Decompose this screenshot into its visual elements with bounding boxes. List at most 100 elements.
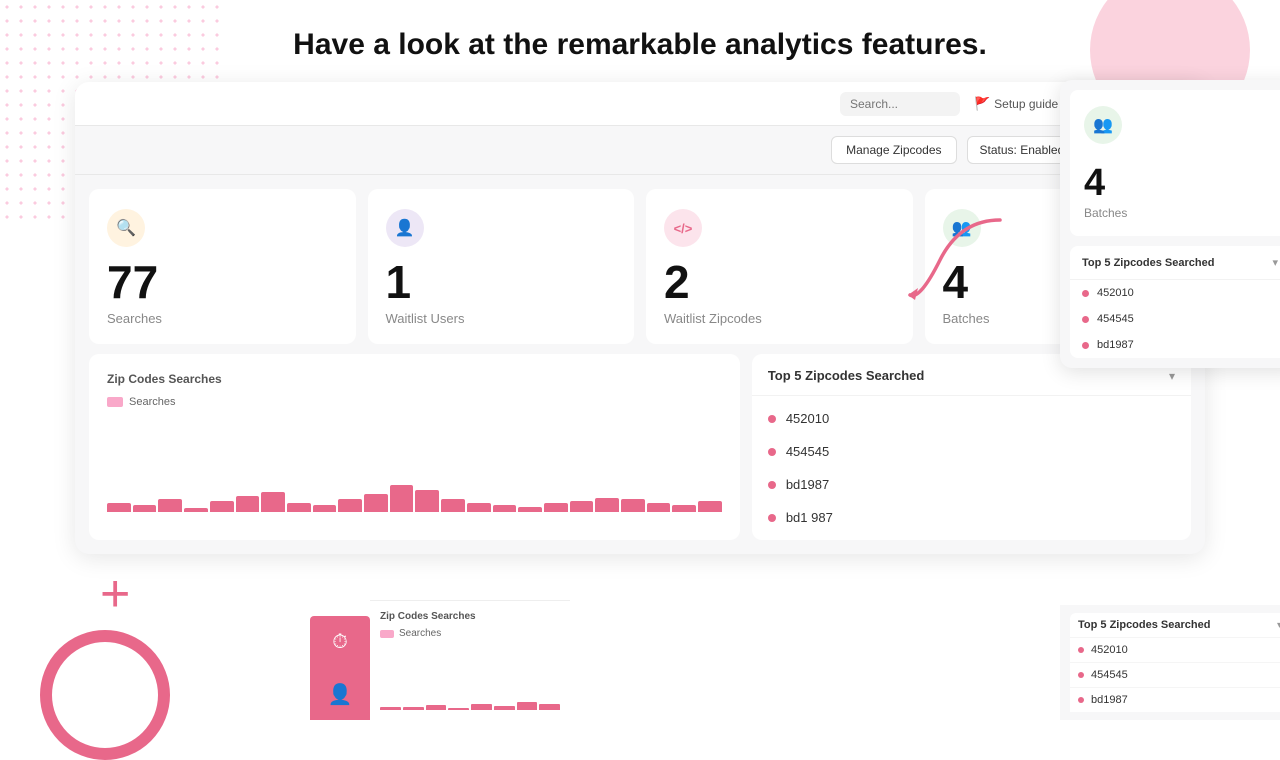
stats-row: 🔍 77 Searches 👤 1 Waitlist Users </> 2 W… (75, 175, 1205, 354)
chart-bar (287, 503, 311, 512)
bc-legend-dot (380, 630, 394, 638)
chart-bar (158, 499, 182, 513)
rp-zipcodes-title: Top 5 Zipcodes Searched (1082, 257, 1214, 269)
zipcode-item[interactable]: 452010 (752, 402, 1191, 435)
chart-bar (210, 501, 234, 512)
zipcode-text: bd1 987 (786, 510, 833, 525)
chart-bar (647, 503, 671, 512)
bc-bar (426, 705, 447, 710)
searches-icon-wrapper: 🔍 (107, 209, 145, 247)
chart-bar (493, 505, 517, 512)
chart-bar (364, 494, 388, 512)
rp-zipcode-item[interactable]: 452010 (1070, 280, 1280, 306)
bottom-row: Zip Codes Searches Searches Top 5 Zipcod… (75, 354, 1205, 554)
bottom-chart-area: Zip Codes Searches Searches (370, 600, 570, 720)
brp-zipcode-item[interactable]: bd1987 (1070, 687, 1280, 712)
rp-zipcodes-header: Top 5 Zipcodes Searched ▾ (1070, 246, 1280, 280)
setup-guide-label: Setup guide (994, 97, 1058, 111)
chart-bar (595, 498, 619, 512)
flag-icon: 🚩 (974, 96, 990, 112)
rp-chevron-icon: ▾ (1272, 256, 1278, 269)
dashboard-card: 🚩 Setup guide 🔔 RG Rohit G Manage Zipcod… (75, 82, 1205, 554)
rp-batches-icon-symbol: 👥 (1093, 115, 1113, 135)
brp-dot (1078, 672, 1084, 678)
waitlist-zipcodes-value: 2 (664, 259, 690, 305)
chart-bar (390, 485, 414, 512)
rp-zipcode-dot (1082, 342, 1089, 349)
brp-header: Top 5 Zipcodes Searched ▾ (1070, 613, 1280, 637)
bc-bars (380, 647, 560, 710)
chevron-icon: ▾ (1169, 369, 1175, 383)
zipcode-item[interactable]: bd1987 (752, 468, 1191, 501)
chart-bar (570, 501, 594, 512)
sidebar-timer-icon-btn[interactable]: ⏱ (310, 616, 370, 668)
brp-dot (1078, 697, 1084, 703)
chart-bar (236, 496, 260, 512)
arrow-annotation (900, 210, 1020, 315)
chart-bar (313, 505, 337, 512)
bc-bar (539, 704, 560, 710)
dashboard-topbar: 🚩 Setup guide 🔔 RG Rohit G (75, 82, 1205, 126)
searches-value: 77 (107, 259, 158, 305)
zipcode-text: bd1987 (786, 477, 829, 492)
zipcodes-card: Top 5 Zipcodes Searched ▾ 452010 454545 … (752, 354, 1191, 540)
brp-zipcode-item[interactable]: 454545 (1070, 662, 1280, 687)
topbar-search-input[interactable] (840, 92, 960, 116)
zipcode-item[interactable]: 454545 (752, 435, 1191, 468)
rp-zipcode-dot (1082, 290, 1089, 297)
bc-bar (403, 707, 424, 710)
brp-zipcode-text: 454545 (1091, 669, 1128, 681)
stat-card-searches: 🔍 77 Searches (89, 189, 356, 344)
rp-zipcode-item[interactable]: 454545 (1070, 306, 1280, 332)
waitlist-users-value: 1 (386, 259, 412, 305)
chart-card: Zip Codes Searches Searches (89, 354, 740, 540)
zipcode-dot (768, 415, 776, 423)
zipcode-item[interactable]: bd1 987 (752, 501, 1191, 534)
bottom-right-panel: Top 5 Zipcodes Searched ▾ 452010 454545 … (1060, 605, 1280, 720)
legend-label: Searches (129, 396, 175, 408)
bc-chart-title: Zip Codes Searches (380, 611, 560, 622)
dashboard-controls: Manage Zipcodes Status: Enabled ▾ See Pl… (75, 126, 1205, 175)
chart-bar (544, 503, 568, 512)
brp-zipcode-item[interactable]: 452010 (1070, 637, 1280, 662)
chart-title: Zip Codes Searches (107, 372, 722, 386)
rp-batches-icon: 👥 (1084, 106, 1122, 144)
zipcode-text: 454545 (786, 444, 829, 459)
chart-bar (441, 499, 465, 513)
zipcode-dot (768, 448, 776, 456)
setup-guide[interactable]: 🚩 Setup guide (974, 96, 1058, 112)
code-icon: </> (674, 221, 693, 236)
brp-title: Top 5 Zipcodes Searched (1078, 619, 1210, 631)
timer-icon: ⏱ (332, 631, 348, 654)
status-label: Status: Enabled (980, 143, 1065, 157)
rp-batches-label: Batches (1084, 206, 1127, 220)
bc-legend: Searches (380, 628, 560, 639)
zipcodes-title: Top 5 Zipcodes Searched (768, 368, 925, 383)
rp-zipcode-text: 454545 (1097, 313, 1134, 325)
right-panel: 👥 4 Batches Top 5 Zipcodes Searched ▾ 45… (1060, 80, 1280, 368)
chart-bar (184, 508, 208, 513)
manage-zipcodes-button[interactable]: Manage Zipcodes (831, 136, 956, 164)
waitlist-users-icon-wrapper: 👤 (386, 209, 424, 247)
sidebar-user-icon-btn[interactable]: 👤 (310, 668, 370, 720)
searches-label: Searches (107, 311, 162, 326)
waitlist-zipcodes-label: Waitlist Zipcodes (664, 311, 762, 326)
zipcode-dot (768, 514, 776, 522)
bc-bar (380, 707, 401, 710)
page-headline: Have a look at the remarkable analytics … (0, 0, 1280, 82)
zipcode-dot (768, 481, 776, 489)
brp-zipcode-text: 452010 (1091, 644, 1128, 656)
rp-zipcode-item[interactable]: bd1987 (1070, 332, 1280, 358)
bc-bar (471, 704, 492, 710)
user-icon: 👤 (395, 218, 415, 238)
user-icon-sidebar: 👤 (328, 682, 353, 707)
rp-batches-value: 4 (1084, 164, 1105, 202)
chart-bar (261, 492, 285, 512)
chart-bar (133, 505, 157, 512)
bottom-sidebar: ⏱ 👤 (310, 616, 370, 720)
chart-bar (338, 499, 362, 512)
rp-zipcode-list: 452010 454545 bd1987 (1070, 280, 1280, 358)
chart-area (107, 422, 722, 512)
waitlist-users-label: Waitlist Users (386, 311, 465, 326)
stat-card-waitlist-zipcodes: </> 2 Waitlist Zipcodes (646, 189, 913, 344)
